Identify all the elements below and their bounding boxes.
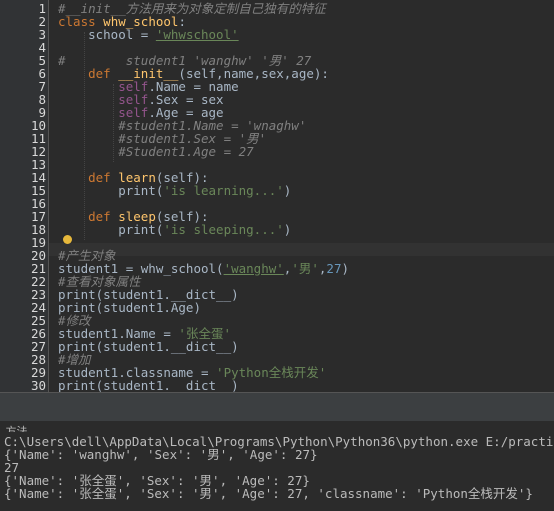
code-line-18: print('is sleeping...') — [58, 223, 291, 236]
number-literal: 27 — [326, 261, 342, 276]
string-literal: 'whwschool' — [155, 27, 239, 42]
run-console[interactable]: C:\Users\dell\AppData\Local\Programs\Pyt… — [0, 432, 554, 511]
code-line-30: print(student1.__dict__) — [58, 379, 239, 392]
code-text: school = — [58, 27, 156, 42]
code-text: ) — [283, 183, 292, 198]
string-literal: 'is sleeping...' — [163, 222, 284, 237]
run-panel-header — [0, 392, 554, 421]
code-text: print( — [58, 222, 164, 237]
console-output-line: {'Name': 'wanghw', 'Sex': '男', 'Age': 27… — [4, 447, 318, 462]
code-text: print( — [58, 183, 164, 198]
string-literal: 'wanghw' — [223, 261, 284, 276]
code-text: print(student1.__dict__) — [58, 378, 239, 393]
code-line-15: print('is learning...') — [58, 184, 291, 197]
code-line-12: #Student1.Age = 27 — [58, 144, 254, 159]
code-text: ) — [283, 222, 292, 237]
string-literal: '男' — [291, 261, 319, 276]
console-output-line: {'Name': '张全蛋', 'Sex': '男', 'Age': 27, '… — [4, 486, 533, 501]
string-literal: 'is learning...' — [163, 183, 284, 198]
current-line-highlight — [49, 243, 554, 256]
code-line-3: school = 'whwschool' — [58, 28, 239, 41]
comment: #Student1.Age = 27 — [58, 144, 254, 159]
code-editor[interactable]: 1 2 3 4 5 6 7 8 9 10 11 12 13 14 15 16 17 18 19 20 21 22 23 24 2… — [0, 0, 554, 405]
code-text: ) — [341, 261, 350, 276]
